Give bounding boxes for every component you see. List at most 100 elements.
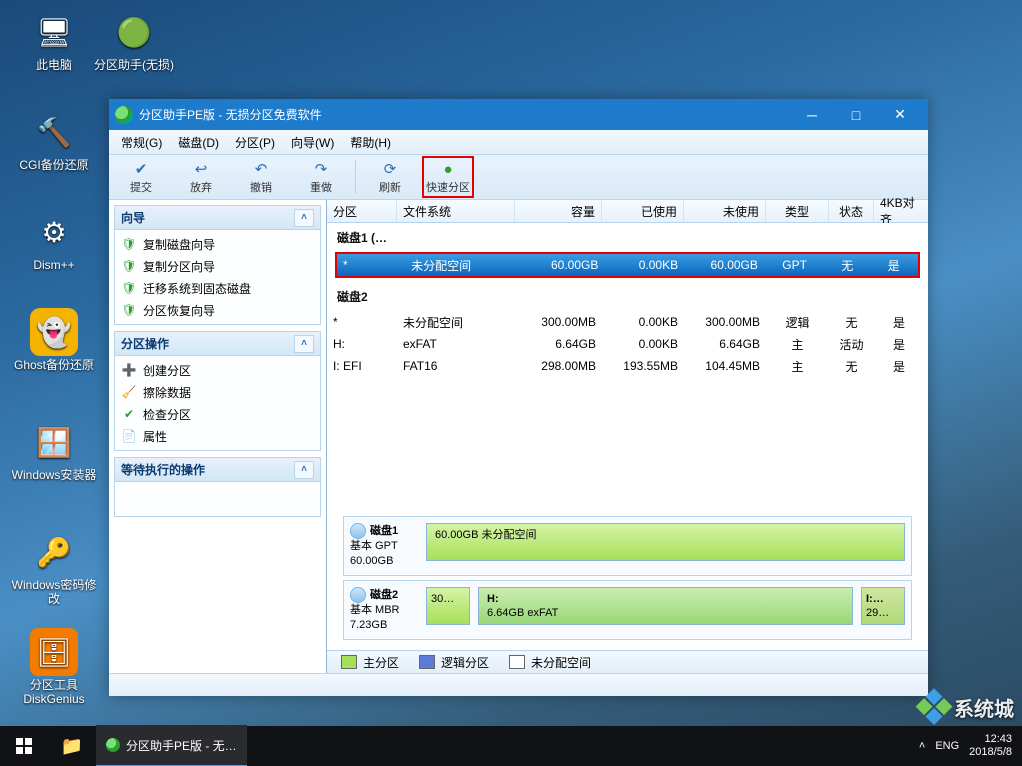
shield-icon: 🛡 bbox=[121, 236, 137, 252]
table-row[interactable]: * 未分配空间 60.00GB 0.00KB 60.00GB GPT 无 是 bbox=[337, 254, 918, 276]
panel-ops-header[interactable]: 分区操作˄ bbox=[115, 332, 320, 356]
partition-list[interactable]: 磁盘1 (… * 未分配空间 60.00GB 0.00KB 60.00GB GP… bbox=[327, 223, 928, 506]
window-title: 分区助手PE版 - 无损分区免费软件 bbox=[139, 106, 790, 123]
menu-help[interactable]: 帮助(H) bbox=[344, 132, 397, 153]
disk-icon bbox=[350, 587, 366, 603]
status-bar bbox=[109, 673, 928, 696]
menu-disk[interactable]: 磁盘(D) bbox=[172, 132, 225, 153]
desk-icon-this-pc[interactable]: 🖥此电脑 bbox=[10, 8, 98, 72]
desk-icon-wininstall[interactable]: 🪟Windows安装器 bbox=[10, 418, 98, 482]
disk-graph-area: 磁盘1 基本 GPT 60.00GB 60.00GB 未分配空间 磁盘2 基本 … bbox=[327, 506, 928, 650]
toolbar-redo[interactable]: ↷重做 bbox=[293, 157, 349, 197]
desk-icon-partition-assist[interactable]: 🟢分区助手(无损) bbox=[90, 8, 178, 72]
disk2-part-unalloc[interactable]: 30… bbox=[426, 587, 470, 625]
wizard-copy-disk[interactable]: 🛡复制磁盘向导 bbox=[115, 233, 320, 255]
legend-logical: 逻辑分区 bbox=[419, 654, 489, 671]
op-create[interactable]: ➕创建分区 bbox=[115, 359, 320, 381]
plus-icon: ➕ bbox=[121, 362, 137, 378]
partition-assistant-window: 分区助手PE版 - 无损分区免费软件 ─ □ ✕ 常规(G) 磁盘(D) 分区(… bbox=[109, 99, 928, 696]
watermark-icon bbox=[914, 688, 954, 728]
key-icon: 🔑 bbox=[30, 528, 78, 576]
check-icon: ✔ bbox=[130, 159, 152, 179]
disk2-graph[interactable]: 磁盘2 基本 MBR 7.23GB 30… H:6.64GB exFAT I:…… bbox=[343, 580, 912, 640]
disk1-title: 磁盘1 (… bbox=[327, 223, 928, 252]
refresh-icon: ⟳ bbox=[379, 159, 401, 179]
hdr-status[interactable]: 状态 bbox=[829, 200, 874, 222]
menu-general[interactable]: 常规(G) bbox=[115, 132, 168, 153]
clock[interactable]: 12:43 2018/5/8 bbox=[969, 733, 1012, 759]
windows-icon: 🪟 bbox=[30, 418, 78, 466]
right-pane: 分区 文件系统 容量 已使用 未使用 类型 状态 4KB对齐 磁盘1 (… * … bbox=[327, 200, 928, 673]
table-row[interactable]: H: exFAT 6.64GB 0.00KB 6.64GB 主 活动 是 bbox=[327, 333, 928, 355]
hdr-partition[interactable]: 分区 bbox=[327, 200, 397, 222]
highlight-box: * 未分配空间 60.00GB 0.00KB 60.00GB GPT 无 是 bbox=[335, 252, 920, 278]
disk2-part-i[interactable]: I:…29… bbox=[861, 587, 905, 625]
toolbar-refresh[interactable]: ⟳刷新 bbox=[362, 157, 418, 197]
disk2-info: 磁盘2 基本 MBR 7.23GB bbox=[350, 587, 418, 633]
desk-icon-dism[interactable]: ⚙Dism++ bbox=[10, 208, 98, 272]
hdr-type[interactable]: 类型 bbox=[766, 200, 829, 222]
hdr-4k[interactable]: 4KB对齐 bbox=[874, 200, 924, 222]
close-button[interactable]: ✕ bbox=[878, 99, 922, 130]
toolbar-separator bbox=[355, 160, 356, 194]
left-pane: 向导˄ 🛡复制磁盘向导 🛡复制分区向导 🛡迁移系统到固态磁盘 🛡分区恢复向导 分… bbox=[109, 200, 327, 673]
disk1-graph[interactable]: 磁盘1 基本 GPT 60.00GB 60.00GB 未分配空间 bbox=[343, 516, 912, 576]
menu-bar: 常规(G) 磁盘(D) 分区(P) 向导(W) 帮助(H) bbox=[109, 130, 928, 155]
taskbar-explorer[interactable]: 📁 bbox=[48, 726, 96, 766]
redo-icon: ↷ bbox=[310, 159, 332, 179]
discard-icon: ↩ bbox=[190, 159, 212, 179]
panel-pending-header[interactable]: 等待执行的操作˄ bbox=[115, 458, 320, 482]
titlebar[interactable]: 分区助手PE版 - 无损分区免费软件 ─ □ ✕ bbox=[109, 99, 928, 130]
toolbar-quick-partition[interactable]: ●快速分区 bbox=[422, 156, 474, 198]
menu-partition[interactable]: 分区(P) bbox=[229, 132, 281, 153]
hdr-capacity[interactable]: 容量 bbox=[515, 200, 602, 222]
check-icon: ✔ bbox=[121, 406, 137, 422]
disk1-part-unallocated[interactable]: 60.00GB 未分配空间 bbox=[426, 523, 905, 561]
wizard-migrate-ssd[interactable]: 🛡迁移系统到固态磁盘 bbox=[115, 277, 320, 299]
broom-icon: 🧹 bbox=[121, 384, 137, 400]
desk-icon-winpass[interactable]: 🔑Windows密码修改 bbox=[10, 528, 98, 606]
chevron-up-icon[interactable]: ˄ bbox=[294, 209, 314, 227]
desk-icon-ghost[interactable]: 👻Ghost备份还原 bbox=[10, 308, 98, 372]
chevron-up-icon[interactable]: ˄ bbox=[294, 335, 314, 353]
taskbar-app-active[interactable]: 分区助手PE版 - 无… bbox=[96, 725, 247, 766]
wizard-recover-partition[interactable]: 🛡分区恢复向导 bbox=[115, 299, 320, 321]
tray-expand-icon[interactable]: ˄ bbox=[919, 740, 925, 752]
panel-wizard-header[interactable]: 向导˄ bbox=[115, 206, 320, 230]
panel-ops: 分区操作˄ ➕创建分区 🧹擦除数据 ✔检查分区 📄属性 bbox=[114, 331, 321, 451]
quick-partition-icon: ● bbox=[437, 159, 459, 179]
toolbar-commit[interactable]: ✔提交 bbox=[113, 157, 169, 197]
swatch-icon bbox=[341, 655, 357, 669]
start-button[interactable] bbox=[0, 726, 48, 766]
ime-indicator[interactable]: ENG bbox=[935, 740, 959, 752]
toolbar-undo[interactable]: ↶撤销 bbox=[233, 157, 289, 197]
hdr-fs[interactable]: 文件系统 bbox=[397, 200, 515, 222]
table-row[interactable]: * 未分配空间 300.00MB 0.00KB 300.00MB 逻辑 无 是 bbox=[327, 311, 928, 333]
toolbar: ✔提交 ↩放弃 ↶撤销 ↷重做 ⟳刷新 ●快速分区 bbox=[109, 155, 928, 200]
op-wipe[interactable]: 🧹擦除数据 bbox=[115, 381, 320, 403]
menu-wizard[interactable]: 向导(W) bbox=[285, 132, 340, 153]
chevron-up-icon[interactable]: ˄ bbox=[294, 461, 314, 479]
maximize-button[interactable]: □ bbox=[834, 99, 878, 130]
shield-icon: 🛡 bbox=[121, 258, 137, 274]
hdr-unused[interactable]: 未使用 bbox=[684, 200, 766, 222]
taskbar: 📁 分区助手PE版 - 无… ˄ ENG 12:43 2018/5/8 bbox=[0, 726, 1022, 766]
app-icon bbox=[106, 738, 120, 752]
minimize-button[interactable]: ─ bbox=[790, 99, 834, 130]
disk-icon: 🗄 bbox=[30, 628, 78, 676]
hdr-used[interactable]: 已使用 bbox=[602, 200, 684, 222]
wizard-copy-partition[interactable]: 🛡复制分区向导 bbox=[115, 255, 320, 277]
disk2-part-h[interactable]: H:6.64GB exFAT bbox=[478, 587, 853, 625]
panel-wizard: 向导˄ 🛡复制磁盘向导 🛡复制分区向导 🛡迁移系统到固态磁盘 🛡分区恢复向导 bbox=[114, 205, 321, 325]
swatch-icon bbox=[509, 655, 525, 669]
table-row[interactable]: I: EFI FAT16 298.00MB 193.55MB 104.45MB … bbox=[327, 355, 928, 377]
legend-primary: 主分区 bbox=[341, 654, 399, 671]
desk-icon-diskgenius[interactable]: 🗄分区工具DiskGenius bbox=[10, 628, 98, 706]
disk-icon bbox=[350, 523, 366, 539]
op-properties[interactable]: 📄属性 bbox=[115, 425, 320, 447]
shield-icon: 🛡 bbox=[121, 280, 137, 296]
desk-icon-cgi[interactable]: 🔨CGI备份还原 bbox=[10, 108, 98, 172]
op-check[interactable]: ✔检查分区 bbox=[115, 403, 320, 425]
app-icon: 🟢 bbox=[110, 8, 158, 56]
toolbar-discard[interactable]: ↩放弃 bbox=[173, 157, 229, 197]
